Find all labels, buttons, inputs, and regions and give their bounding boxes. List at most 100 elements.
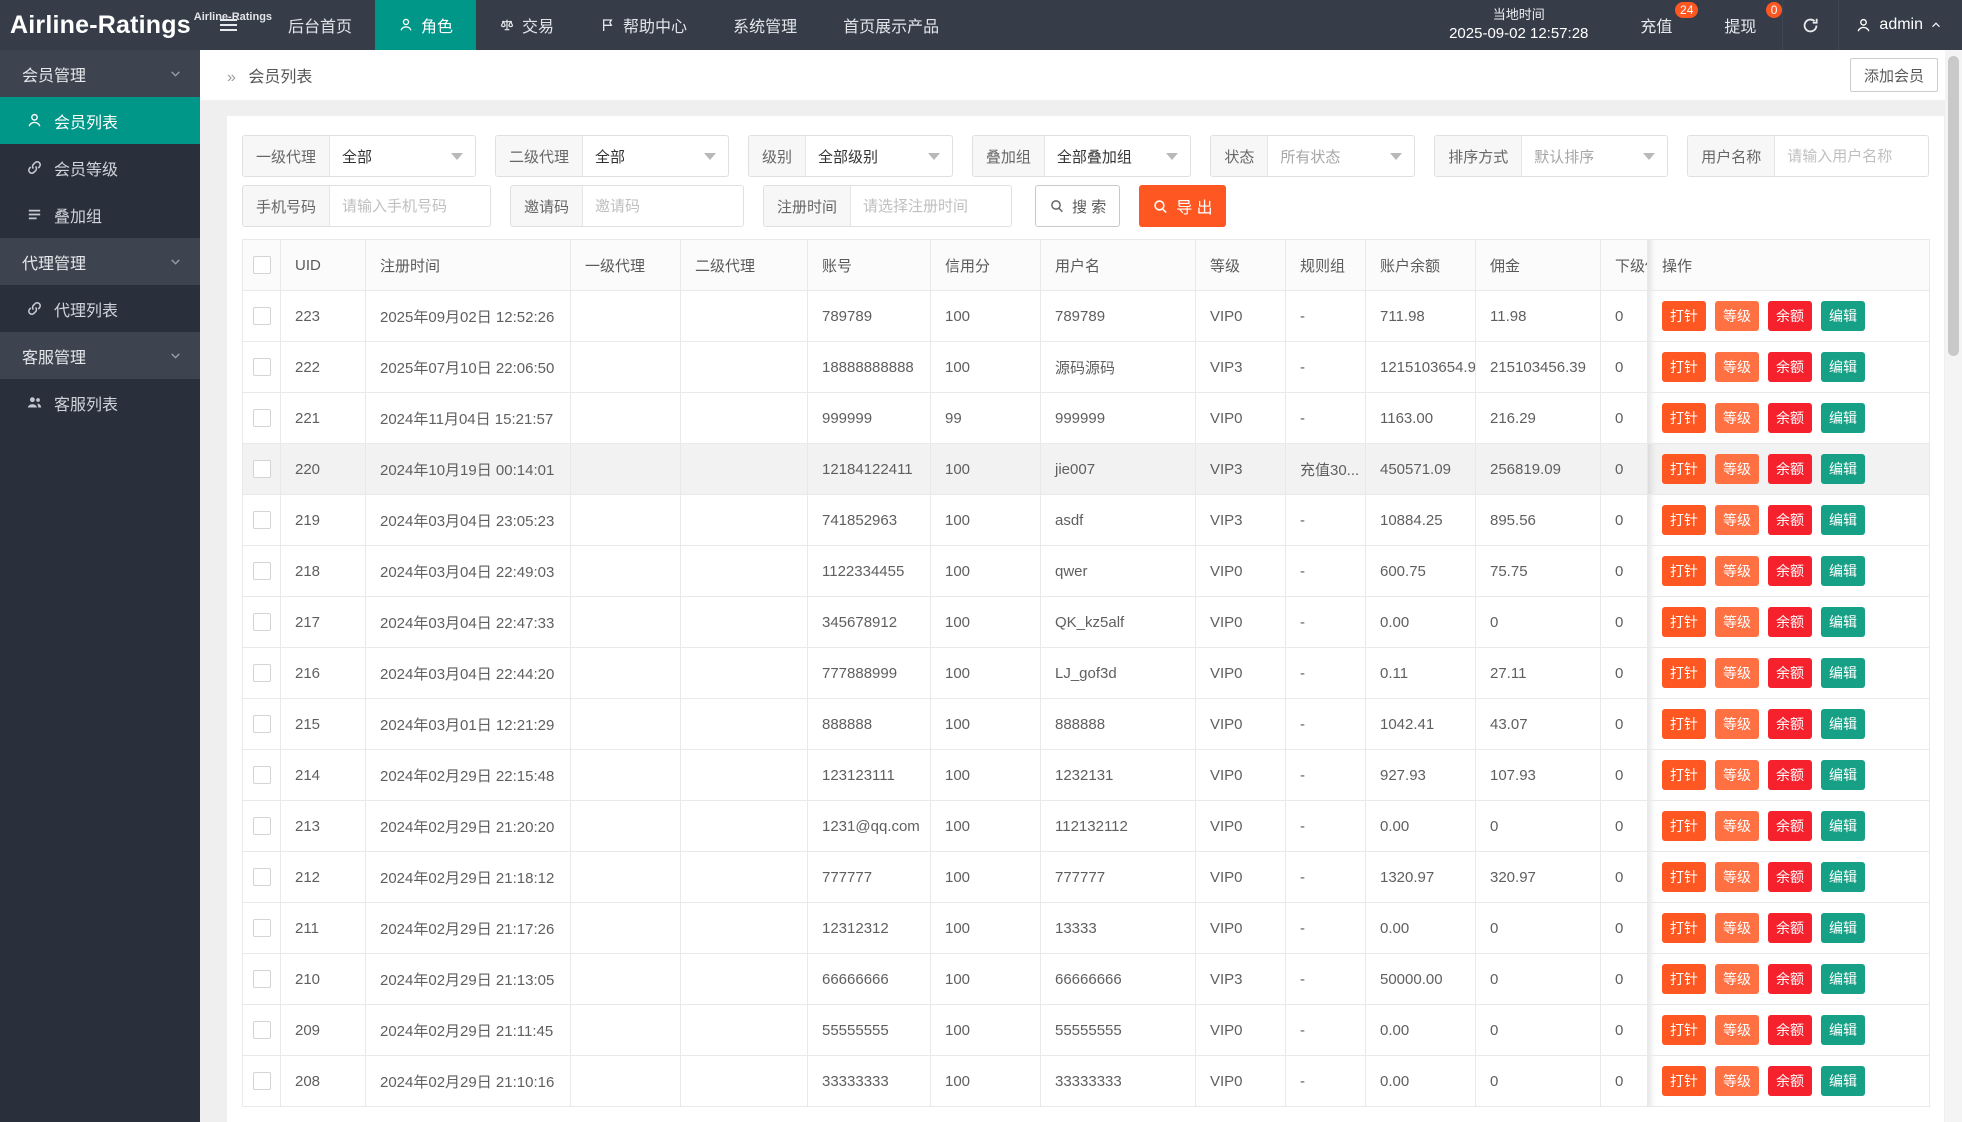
balance-button[interactable]: 余额 (1768, 352, 1812, 382)
balance-button[interactable]: 余额 (1768, 709, 1812, 739)
inject-button[interactable]: 打针 (1662, 1015, 1706, 1045)
row-checkbox[interactable] (253, 358, 271, 376)
search-button[interactable]: 搜 索 (1035, 185, 1120, 227)
row-checkbox[interactable] (253, 868, 271, 886)
balance-button[interactable]: 余额 (1768, 913, 1812, 943)
inject-button[interactable]: 打针 (1662, 301, 1706, 331)
sidebar-item[interactable]: 会员等级 (0, 144, 200, 191)
edit-button[interactable]: 编辑 (1821, 301, 1865, 331)
level-button[interactable]: 等级 (1715, 505, 1759, 535)
hamburger-icon[interactable] (205, 0, 251, 50)
inject-button[interactable]: 打针 (1662, 862, 1706, 892)
inject-button[interactable]: 打针 (1662, 811, 1706, 841)
filter-select[interactable]: 全部叠加组 (1045, 136, 1190, 176)
inject-button[interactable]: 打针 (1662, 607, 1706, 637)
level-button[interactable]: 等级 (1715, 352, 1759, 382)
balance-button[interactable]: 余额 (1768, 403, 1812, 433)
edit-button[interactable]: 编辑 (1821, 811, 1865, 841)
nav-item[interactable]: 交易 (476, 0, 577, 50)
row-checkbox[interactable] (253, 460, 271, 478)
row-checkbox[interactable] (253, 919, 271, 937)
sidebar-section-header[interactable]: 客服管理 (0, 332, 200, 379)
edit-button[interactable]: 编辑 (1821, 658, 1865, 688)
level-button[interactable]: 等级 (1715, 454, 1759, 484)
sidebar-item[interactable]: 代理列表 (0, 285, 200, 332)
level-button[interactable]: 等级 (1715, 1015, 1759, 1045)
edit-button[interactable]: 编辑 (1821, 709, 1865, 739)
inject-button[interactable]: 打针 (1662, 709, 1706, 739)
withdraw-button[interactable]: 提现 0 (1710, 13, 1770, 37)
level-button[interactable]: 等级 (1715, 964, 1759, 994)
inject-button[interactable]: 打针 (1662, 454, 1706, 484)
level-button[interactable]: 等级 (1715, 556, 1759, 586)
level-button[interactable]: 等级 (1715, 403, 1759, 433)
row-checkbox[interactable] (253, 817, 271, 835)
filter-select[interactable]: 全部 (330, 136, 475, 176)
select-all-checkbox[interactable] (253, 256, 271, 274)
refresh-icon[interactable] (1782, 0, 1838, 50)
balance-button[interactable]: 余额 (1768, 1066, 1812, 1096)
filter-input[interactable] (1775, 136, 1929, 176)
edit-button[interactable]: 编辑 (1821, 454, 1865, 484)
inject-button[interactable]: 打针 (1662, 760, 1706, 790)
edit-button[interactable]: 编辑 (1821, 556, 1865, 586)
add-member-button[interactable]: 添加会员 (1850, 58, 1938, 92)
row-checkbox[interactable] (253, 715, 271, 733)
level-button[interactable]: 等级 (1715, 862, 1759, 892)
balance-button[interactable]: 余额 (1768, 862, 1812, 892)
inject-button[interactable]: 打针 (1662, 352, 1706, 382)
filter-select[interactable]: 全部级别 (806, 136, 952, 176)
level-button[interactable]: 等级 (1715, 301, 1759, 331)
level-button[interactable]: 等级 (1715, 760, 1759, 790)
balance-button[interactable]: 余额 (1768, 760, 1812, 790)
nav-item[interactable]: 帮助中心 (577, 0, 710, 50)
row-checkbox[interactable] (253, 1072, 271, 1090)
nav-item[interactable]: 首页展示产品 (820, 0, 962, 50)
filter-select[interactable]: 所有状态 (1268, 136, 1414, 176)
level-button[interactable]: 等级 (1715, 709, 1759, 739)
balance-button[interactable]: 余额 (1768, 556, 1812, 586)
level-button[interactable]: 等级 (1715, 607, 1759, 637)
inject-button[interactable]: 打针 (1662, 658, 1706, 688)
balance-button[interactable]: 余额 (1768, 607, 1812, 637)
filter-input[interactable] (583, 186, 743, 226)
edit-button[interactable]: 编辑 (1821, 403, 1865, 433)
row-checkbox[interactable] (253, 970, 271, 988)
balance-button[interactable]: 余额 (1768, 658, 1812, 688)
edit-button[interactable]: 编辑 (1821, 1066, 1865, 1096)
sidebar-section-header[interactable]: 会员管理 (0, 50, 200, 97)
level-button[interactable]: 等级 (1715, 1066, 1759, 1096)
row-checkbox[interactable] (253, 307, 271, 325)
edit-button[interactable]: 编辑 (1821, 913, 1865, 943)
row-checkbox[interactable] (253, 1021, 271, 1039)
level-button[interactable]: 等级 (1715, 913, 1759, 943)
row-checkbox[interactable] (253, 511, 271, 529)
balance-button[interactable]: 余额 (1768, 454, 1812, 484)
nav-item[interactable]: 系统管理 (710, 0, 820, 50)
level-button[interactable]: 等级 (1715, 811, 1759, 841)
inject-button[interactable]: 打针 (1662, 556, 1706, 586)
inject-button[interactable]: 打针 (1662, 1066, 1706, 1096)
inject-button[interactable]: 打针 (1662, 505, 1706, 535)
nav-item[interactable]: 后台首页 (265, 0, 375, 50)
sidebar-item[interactable]: 客服列表 (0, 379, 200, 426)
row-checkbox[interactable] (253, 409, 271, 427)
user-menu[interactable]: admin (1838, 0, 1962, 50)
balance-button[interactable]: 余额 (1768, 964, 1812, 994)
row-checkbox[interactable] (253, 766, 271, 784)
balance-button[interactable]: 余额 (1768, 811, 1812, 841)
sidebar-item[interactable]: 会员列表 (0, 97, 200, 144)
filter-input[interactable] (330, 186, 490, 226)
edit-button[interactable]: 编辑 (1821, 352, 1865, 382)
filter-input[interactable] (851, 186, 1011, 226)
recharge-button[interactable]: 充值 24 (1626, 13, 1686, 37)
level-button[interactable]: 等级 (1715, 658, 1759, 688)
row-checkbox[interactable] (253, 613, 271, 631)
sidebar-item[interactable]: 叠加组 (0, 191, 200, 238)
edit-button[interactable]: 编辑 (1821, 862, 1865, 892)
export-button[interactable]: 导 出 (1139, 185, 1225, 227)
nav-item[interactable]: 角色 (375, 0, 476, 50)
edit-button[interactable]: 编辑 (1821, 964, 1865, 994)
row-checkbox[interactable] (253, 664, 271, 682)
edit-button[interactable]: 编辑 (1821, 505, 1865, 535)
